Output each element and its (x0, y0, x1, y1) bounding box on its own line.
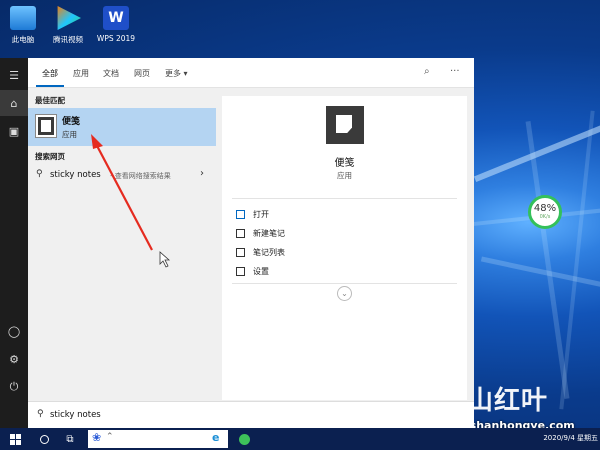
cpu-usage-widget[interactable]: 48% 0K/s (528, 195, 562, 229)
web-search-heading: 搜索网页 (35, 152, 65, 161)
task-view-icon: ⧉ (66, 433, 74, 445)
taskbar-clock[interactable]: 2020/9/4 星期五 (500, 433, 598, 443)
search-icon: ⚲ (36, 169, 43, 179)
tab-more-label: 更多 (165, 69, 181, 78)
new-note-icon (236, 229, 245, 238)
more-options-icon[interactable]: ··· (450, 66, 460, 77)
light-beam (480, 256, 600, 289)
shield-360-icon (238, 433, 250, 445)
search-input[interactable] (50, 407, 350, 423)
tab-more[interactable]: 更多 ▾ (165, 68, 188, 79)
settings-button[interactable]: ⚙ (0, 346, 28, 372)
results-list: 最佳匹配 便笺 应用 搜索网页 ⚲ sticky notes - 查看网络搜索结… (28, 88, 216, 398)
light-beam (525, 121, 570, 399)
detail-title: 便笺 (334, 158, 355, 169)
tab-documents[interactable]: 文档 (103, 68, 119, 79)
active-tab-underline (36, 85, 64, 87)
task-view-button[interactable]: ⧉ (58, 428, 82, 450)
action-label: 笔记列表 (253, 248, 285, 257)
desktop-icon-wps[interactable]: W WPS 2019 (90, 6, 142, 43)
divider (232, 198, 457, 199)
start-button[interactable] (0, 428, 30, 450)
user-icon: ◯ (7, 324, 21, 338)
best-match-item[interactable]: 便笺 应用 (28, 108, 216, 146)
search-tabs: 全部 应用 文档 网页 更多 ▾ ⌕ ··· (28, 58, 474, 88)
search-icon: ⚲ (37, 409, 44, 419)
windows-logo-icon (9, 433, 21, 445)
start-rail: ☰ ⌂ ▣ ◯ ⚙ ⏻ (0, 58, 28, 428)
action-label: 新建笔记 (253, 229, 285, 238)
detail-subtitle: 应用 (337, 171, 352, 180)
web-search-query: sticky notes (50, 170, 101, 180)
action-notes-list[interactable]: 笔记列表 (236, 246, 436, 262)
cpu-usage-value: 48% (533, 203, 557, 214)
desktop-icon-label: 腾讯视频 (53, 35, 83, 44)
action-open[interactable]: 打开 (236, 208, 436, 224)
wps-icon: W (103, 6, 129, 30)
home-icon: ⌂ (10, 96, 18, 110)
feedback-icon[interactable]: ⌕ (424, 66, 430, 77)
settings-icon: ⚙ (9, 352, 19, 366)
computer-icon (10, 6, 36, 30)
power-icon: ⏻ (9, 380, 19, 393)
chevron-down-icon: ⌄ (341, 289, 348, 298)
cortana-icon (39, 434, 49, 444)
sticky-notes-large-icon (326, 106, 364, 144)
chevron-up-icon: ⌃ (106, 432, 114, 442)
baidu-paw-icon: ❀ (92, 431, 102, 444)
edge-icon: e (212, 431, 220, 444)
web-search-result[interactable]: ⚲ sticky notes - 查看网络搜索结果 › (28, 164, 216, 186)
search-panel: 全部 应用 文档 网页 更多 ▾ ⌕ ··· 最佳匹配 便笺 应用 搜索网页 ⚲… (28, 58, 474, 428)
hamburger-menu-button[interactable]: ☰ (0, 62, 28, 88)
open-icon (236, 210, 245, 219)
web-search-hint: - 查看网络搜索结果 (110, 172, 171, 180)
tab-apps[interactable]: 应用 (73, 68, 89, 79)
tab-web[interactable]: 网页 (134, 68, 150, 79)
network-speed: 0K/s (539, 214, 551, 220)
search-box: ⚲ (28, 401, 474, 428)
best-match-subtitle: 应用 (62, 130, 77, 139)
documents-button[interactable]: ▣ (0, 118, 28, 144)
best-match-heading: 最佳匹配 (35, 96, 65, 105)
chevron-down-icon: ▾ (183, 69, 188, 78)
action-settings[interactable]: 设置 (236, 265, 436, 281)
action-label: 打开 (253, 210, 269, 219)
settings-icon (236, 267, 245, 276)
tencent-video-icon (57, 6, 81, 30)
chevron-right-icon[interactable]: › (200, 168, 204, 179)
action-new-note[interactable]: 新建笔记 (236, 227, 436, 243)
home-button[interactable]: ⌂ (0, 90, 28, 116)
hamburger-icon: ☰ (9, 68, 19, 82)
notes-list-icon (236, 248, 245, 257)
best-match-title: 便笺 (62, 117, 81, 127)
detail-pane: 便笺 应用 打开 新建笔记 笔记列表 设置 ⌄ (222, 96, 467, 400)
app-360-button[interactable] (234, 428, 254, 450)
sticky-notes-icon (35, 114, 57, 138)
cortana-button[interactable] (32, 428, 56, 450)
power-button[interactable]: ⏻ (0, 374, 28, 400)
taskbar-search-box[interactable]: ❀ ⌃ e (88, 430, 228, 448)
user-button[interactable]: ◯ (0, 318, 28, 344)
light-beam (559, 110, 595, 410)
action-label: 设置 (253, 267, 269, 276)
tab-all[interactable]: 全部 (42, 68, 58, 79)
expand-button[interactable]: ⌄ (337, 286, 352, 301)
documents-icon: ▣ (8, 124, 20, 138)
divider (232, 283, 457, 284)
taskbar-date: 2020/9/4 星期五 (543, 434, 598, 442)
desktop-icon-label: WPS 2019 (96, 34, 136, 43)
desktop-icon-tencent-video[interactable]: 腾讯视频 (42, 6, 94, 45)
taskbar: ⧉ ❀ ⌃ e 2020/9/4 星期五 (0, 428, 600, 450)
